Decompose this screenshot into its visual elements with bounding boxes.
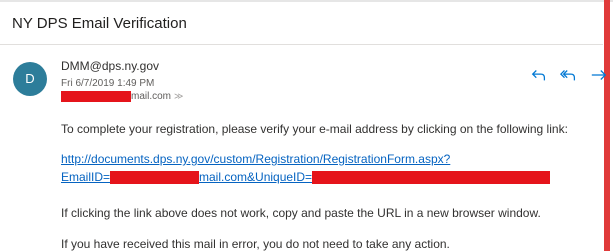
recipient-domain: mail.com (131, 91, 172, 103)
redacted-email (110, 171, 200, 185)
verification-link-line-2[interactable]: EmailID= mail.com&UniqueID= (61, 170, 551, 185)
redacted-unique-id (312, 171, 551, 185)
body-copy-paste-note: If clicking the link above does not work… (61, 206, 541, 220)
verification-link-part-1[interactable]: http://documents.dps.ny.gov/custom/Regis… (61, 152, 450, 166)
reply-icon[interactable] (530, 66, 550, 86)
recipient-row[interactable]: mail.com ≫ (61, 91, 183, 105)
verification-link-part-2[interactable]: EmailID= (61, 170, 110, 184)
sender-address[interactable]: DMM@dps.ny.gov (61, 59, 159, 73)
expand-recipients-icon[interactable]: ≫ (174, 91, 183, 101)
forward-icon[interactable] (590, 66, 610, 86)
message-subject: NY DPS Email Verification (12, 15, 187, 32)
message-actions (530, 66, 613, 86)
verification-link-part-3[interactable]: mail.com&UniqueID= (199, 170, 312, 184)
message-title-bar: NY DPS Email Verification (0, 2, 603, 45)
window-frame-right (604, 0, 610, 251)
body-error-note: If you have received this mail in error,… (61, 237, 450, 251)
redacted-recipient (61, 91, 131, 102)
message-date: Fri 6/7/2019 1:49 PM (61, 78, 155, 89)
verification-link-line-1[interactable]: http://documents.dps.ny.gov/custom/Regis… (61, 152, 450, 166)
body-intro: To complete your registration, please ve… (61, 122, 568, 136)
sender-avatar[interactable]: D (13, 62, 47, 96)
reply-all-icon[interactable] (560, 66, 580, 86)
